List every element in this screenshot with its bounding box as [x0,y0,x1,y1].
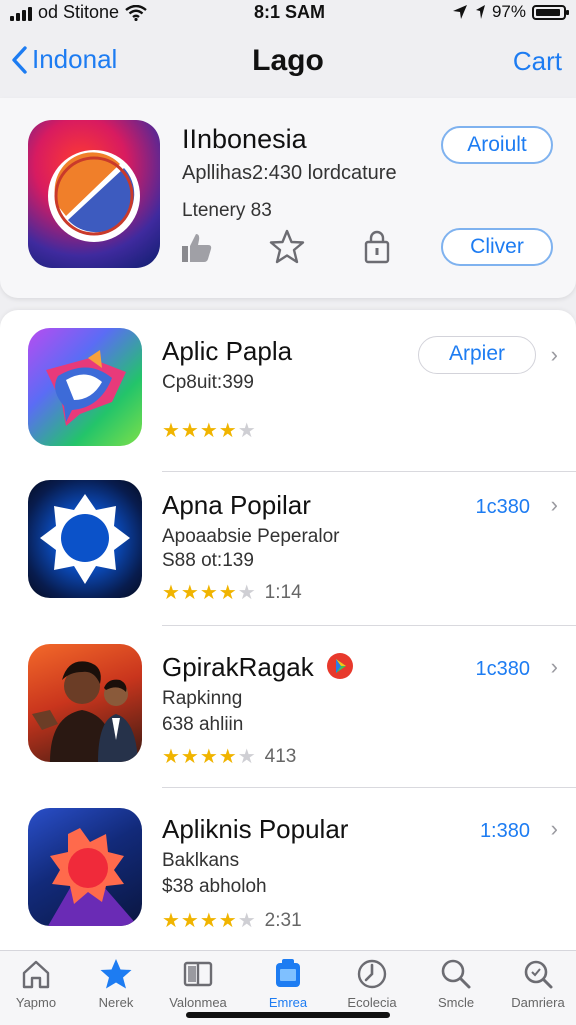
featured-app-name: IInbonesia [182,124,307,154]
app-subtitle: Apoaabsie Peperalor [162,526,340,547]
gift-icon [276,959,300,987]
app-icon-people [28,644,142,762]
lens-icon [40,494,130,584]
app-name: Apna Popilar [162,490,311,520]
star-rating: ★★★★ ★ [162,418,257,443]
battery-icon [532,4,569,20]
location-arrow-icon-2 [475,5,485,19]
location-arrow-icon [452,5,467,19]
tab-label: Smcle [437,995,475,1010]
app-meta: 638 ahliin [162,714,244,735]
star-filled-icon: ★★★★ [162,910,238,932]
app-subtitle: Baklkans [162,850,240,871]
back-label: Indonal [32,44,118,74]
featured-app-rank: Ltenery 83 [182,200,272,221]
wifi-icon [125,4,147,21]
star-filled-icon: ★★★★ [162,582,238,604]
search-alt-icon [524,960,553,989]
star-empty-icon: ★ [237,582,257,604]
tab-ecolecia[interactable]: Ecolecia [336,957,408,1010]
app-name: Apliknis Popular [162,814,349,844]
app-meta: S88 ot:139 [162,550,254,571]
tab-label: Valonmea [169,995,227,1010]
back-button[interactable]: Indonal [10,44,117,75]
price-button[interactable]: 1c380 [476,496,531,519]
book-icon [183,961,213,987]
star-rating: ★★★★ ★ 413 [162,744,296,769]
compass-icon [48,150,140,242]
featured-actions [178,228,396,266]
list-item[interactable]: Apna Popilar Apoaabsie Peperalor S88 ot:… [0,464,576,626]
app-icon-chat [28,328,142,446]
tab-label: Yapmo [15,995,57,1010]
list-item[interactable]: GpirakRagak Rapkinng 638 ahliin ★★★★ ★ 413… [0,626,576,788]
home-icon [22,960,50,989]
featured-card: IInbonesia Apllihas2:430 lordcature Lten… [0,98,576,298]
home-indicator[interactable] [186,1012,390,1018]
tab-label: Nerek [98,995,134,1010]
rating-count: 1:14 [264,581,302,603]
star-icon [100,959,132,989]
get-button[interactable]: Arpier [418,336,536,374]
app-icon-camera [28,480,142,598]
chevron-right-icon: › [550,816,558,841]
star-filled-icon: ★★★★ [162,420,238,442]
tab-label: Ecolecia [347,995,397,1010]
tab-valonmea[interactable]: Valonmea [162,957,234,1010]
star-empty-icon: ★ [237,910,257,932]
status-left: od Stitone [10,2,147,23]
tab-label: Damriera [511,995,565,1010]
tab-label: Emrea [268,995,308,1010]
cart-button[interactable]: Cart [513,46,562,77]
star-filled-icon: ★★★★ [162,746,238,768]
lock-icon[interactable] [358,228,396,266]
tab-yapmo[interactable]: Yapmo [0,957,72,1010]
carrier-name: od Stitone [38,2,120,22]
thumbs-up-icon[interactable] [178,228,216,266]
app-name: Aplic Papla [162,336,293,366]
people-icon [32,661,138,762]
nav-bar: Indonal Lago Cart [0,30,576,94]
badge-icon [327,653,353,679]
app-meta: $38 abholoh [162,876,267,897]
list-item[interactable]: Aplic Papla Cp8uit:399 ★★★★ ★ Arpier › [0,310,576,472]
clock-icon [357,959,387,989]
signal-icon [10,5,32,21]
battery-percent: 97% [491,2,526,21]
sun-icon [48,828,138,926]
rating-count: 413 [264,745,297,767]
star-empty-icon: ★ [237,746,257,768]
star-rating: ★★★★ ★ 1:14 [162,580,302,605]
status-right: 97% [452,2,569,22]
status-time: 8:1 SAM [254,2,326,22]
app-icon-sun [28,808,142,926]
featured-app-subtitle: Apllihas2:430 lordcature [182,162,397,184]
tab-nerek[interactable]: Nerek [80,957,152,1010]
about-button[interactable]: Aroiult [441,126,553,164]
star-empty-icon: ★ [237,420,257,442]
star-icon[interactable] [268,228,306,266]
chevron-right-icon: › [550,492,558,517]
status-bar: od Stitone 8:1 SAM 97% [0,0,576,26]
tab-smcle[interactable]: Smcle [420,957,492,1010]
star-rating: ★★★★ ★ 2:31 [162,908,302,933]
chat-bubble-icon [46,350,126,426]
price-button[interactable]: 1:380 [480,820,530,843]
chevron-right-icon: › [550,342,558,367]
chevron-left-icon [12,45,27,74]
list-item[interactable]: Apliknis Popular Baklkans $38 abholoh ★★… [0,788,576,950]
tab-damriera[interactable]: Damriera [502,957,574,1010]
tab-emrea[interactable]: Emrea [252,957,324,1010]
app-subtitle: Rapkinng [162,688,243,709]
featured-app-icon[interactable] [28,120,160,268]
price-button[interactable]: 1c380 [476,658,531,681]
app-subtitle: Cp8uit:399 [162,372,254,393]
app-name: GpirakRagak [162,652,314,682]
rating-count: 2:31 [264,909,302,931]
app-list: Aplic Papla Cp8uit:399 ★★★★ ★ Arpier › Ap… [0,310,576,950]
featured-action-button[interactable]: Cliver [441,228,553,266]
search-icon [441,959,471,989]
chevron-right-icon: › [550,654,558,679]
